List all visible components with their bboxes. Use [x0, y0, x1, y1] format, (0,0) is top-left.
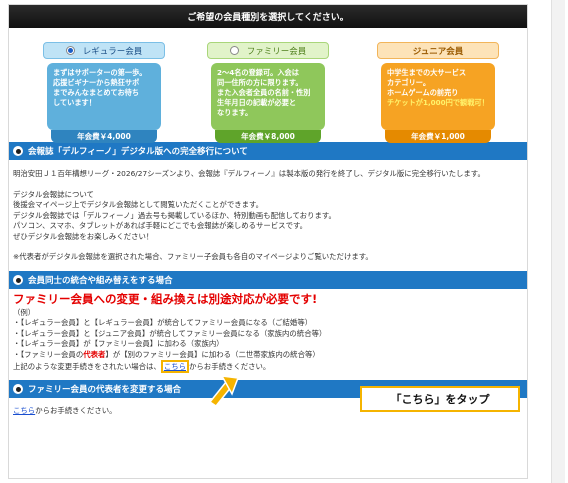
closing-text: からお手続きください。	[189, 362, 271, 371]
list-item: ・【レギュラー会員】と【レギュラー会員】が統合してファミリー会員になる（ご結婚等…	[13, 318, 313, 327]
plan-junior-description: 中学生までの大サービス カテゴリー。 ホームゲームの前売り チケットが1,000…	[381, 63, 495, 130]
section-merge-header: 会員同士の統合や組み替えをする場合	[9, 270, 527, 289]
list-item-text: ・【ファミリー会員の	[13, 349, 84, 359]
closing-text: 上記のような変更手続きをされたい場合は、	[13, 362, 161, 371]
note: ※代表者がデジタル会報誌を選択された場合、ファミリー子会員も各自のマイページより…	[13, 252, 373, 261]
list-item: ・【レギュラー会員】が【ファミリー会員】に加わる（家族内）	[13, 339, 224, 348]
paragraph-line: デジタル会報誌について	[13, 189, 94, 199]
paragraph: 明治安田Ｊ１百年構想リーグ・2026/27シーズンより、会報誌『デルフィーノ』は…	[13, 169, 485, 178]
paragraph-line: パソコン、スマホ、タブレットがあれば手軽にどこでも会報誌が楽しめるサービスです。	[13, 221, 308, 230]
section-digital-magazine-header: 会報誌「デルフィーノ」デジタル版への完全移行について	[9, 142, 527, 160]
list-item-text: 】が【別のファミリー会員】に加わる（二世帯家族内の統合等）	[105, 349, 320, 359]
plan-regular-price: 年会費￥4,000	[51, 130, 157, 143]
description-line: まずはサポーターの第一歩。	[53, 68, 147, 77]
merge-warning-headline: ファミリー会員への変更・組み換えは別途対応が必要です!	[13, 291, 318, 306]
section-digital-magazine-body: 明治安田Ｊ１百年構想リーグ・2026/27シーズンより、会報誌『デルフィーノ』は…	[9, 160, 527, 271]
plan-junior-label: ジュニア会員	[412, 46, 464, 57]
plan-selector: レギュラー会員 まずはサポーターの第一歩。 応援ビギナーから熱狂サポ までみんな…	[9, 28, 527, 143]
soccer-ball-icon	[13, 384, 23, 394]
description-line: チケットが1,000円で観戦可！	[387, 98, 489, 107]
plan-regular-label: レギュラー会員	[82, 46, 143, 57]
soccer-ball-icon	[13, 146, 23, 156]
description-line: 生年月日の記載が必要と	[217, 98, 297, 107]
description-line: 同一住所の方に限ります。	[217, 78, 303, 87]
description-line: ホームゲームの前売り	[387, 88, 459, 97]
pointer-arrow-icon	[208, 375, 240, 406]
section-title: ファミリー会員の代表者を変更する場合	[28, 385, 182, 395]
plan-family-label: ファミリー会員	[246, 46, 307, 57]
procedure-link[interactable]: こちら	[164, 362, 186, 371]
description-line: また入会者全員の名前・性別	[217, 88, 311, 97]
paragraph-line: デジタル会報誌では「デルフィーノ」過去号も掲載しているほか、特別動画も配信してお…	[13, 210, 336, 220]
description-line: しています！	[53, 98, 96, 107]
description-line: までみんなまとめてお待ち	[53, 88, 140, 97]
plan-junior-price: 年会費￥1,000	[385, 130, 491, 143]
plan-family-description: 2〜4名の登録可。入会は 同一住所の方に限ります。 また入会者全員の名前・性別 …	[211, 63, 325, 130]
plan-regular-header[interactable]: レギュラー会員	[43, 42, 165, 59]
plan-junior[interactable]: ジュニア会員 中学生までの大サービス カテゴリー。 ホームゲームの前売り チケッ…	[377, 42, 499, 143]
page-title-bar: ご希望の会員種別を選択してください。	[9, 5, 527, 28]
description-line: カテゴリー。	[387, 78, 431, 87]
description-line: 応援ビギナーから熱狂サポ	[53, 78, 140, 87]
plan-regular-description: まずはサポーターの第一歩。 応援ビギナーから熱狂サポ までみんなまとめてお待ち …	[47, 63, 161, 130]
plan-family-header[interactable]: ファミリー会員	[207, 42, 329, 59]
description-line: なります。	[217, 108, 253, 117]
page-title: ご希望の会員種別を選択してください。	[187, 13, 349, 23]
closing-line: 上記のような変更手続きをされたい場合は、 こちら からお手続きください。	[13, 360, 523, 373]
tap-callout: 「こちら」をタップ	[360, 386, 520, 412]
description-line: 2〜4名の登録可。入会は	[217, 68, 299, 77]
plan-regular[interactable]: レギュラー会員 まずはサポーターの第一歩。 応援ビギナーから熱狂サポ までみんな…	[43, 42, 165, 143]
scrollbar[interactable]	[551, 0, 565, 483]
emphasis-text: 代表者	[83, 349, 106, 359]
body-text: からお手続きください。	[35, 406, 117, 415]
example-label: （例）	[13, 307, 36, 317]
list-item: ・【ファミリー会員の代表者】が【別のファミリー会員】に加わる（二世帯家族内の統合…	[13, 350, 523, 361]
highlight-box: こちら	[160, 360, 190, 373]
plan-family[interactable]: ファミリー会員 2〜4名の登録可。入会は 同一住所の方に限ります。 また入会者全…	[207, 42, 329, 143]
plan-junior-header[interactable]: ジュニア会員	[377, 42, 499, 59]
radio-unselected-icon[interactable]	[229, 46, 239, 55]
paragraph-line: 後援会マイページ上でデジタル会報誌として閲覧いただくことができます。	[13, 200, 264, 209]
plan-family-price: 年会費￥8,000	[215, 130, 321, 143]
description-line: 中学生までの大サービス	[387, 68, 467, 77]
section-title: 会員同士の統合や組み替えをする場合	[28, 275, 173, 286]
representative-change-link[interactable]: こちら	[13, 406, 35, 415]
section-title: 会報誌「デルフィーノ」デジタル版への完全移行について	[28, 147, 248, 157]
radio-selected-icon[interactable]	[65, 46, 75, 55]
paragraph-line: ぜひデジタル会報誌をお楽しみください！	[13, 231, 154, 241]
section-merge-body: （例） ・【レギュラー会員】と【レギュラー会員】が統合してファミリー会員になる（…	[9, 308, 527, 381]
soccer-ball-icon	[13, 274, 23, 285]
list-item: ・【レギュラー会員】と【ジュニア会員】が統合してファミリー会員になる（家族内の統…	[13, 328, 327, 338]
